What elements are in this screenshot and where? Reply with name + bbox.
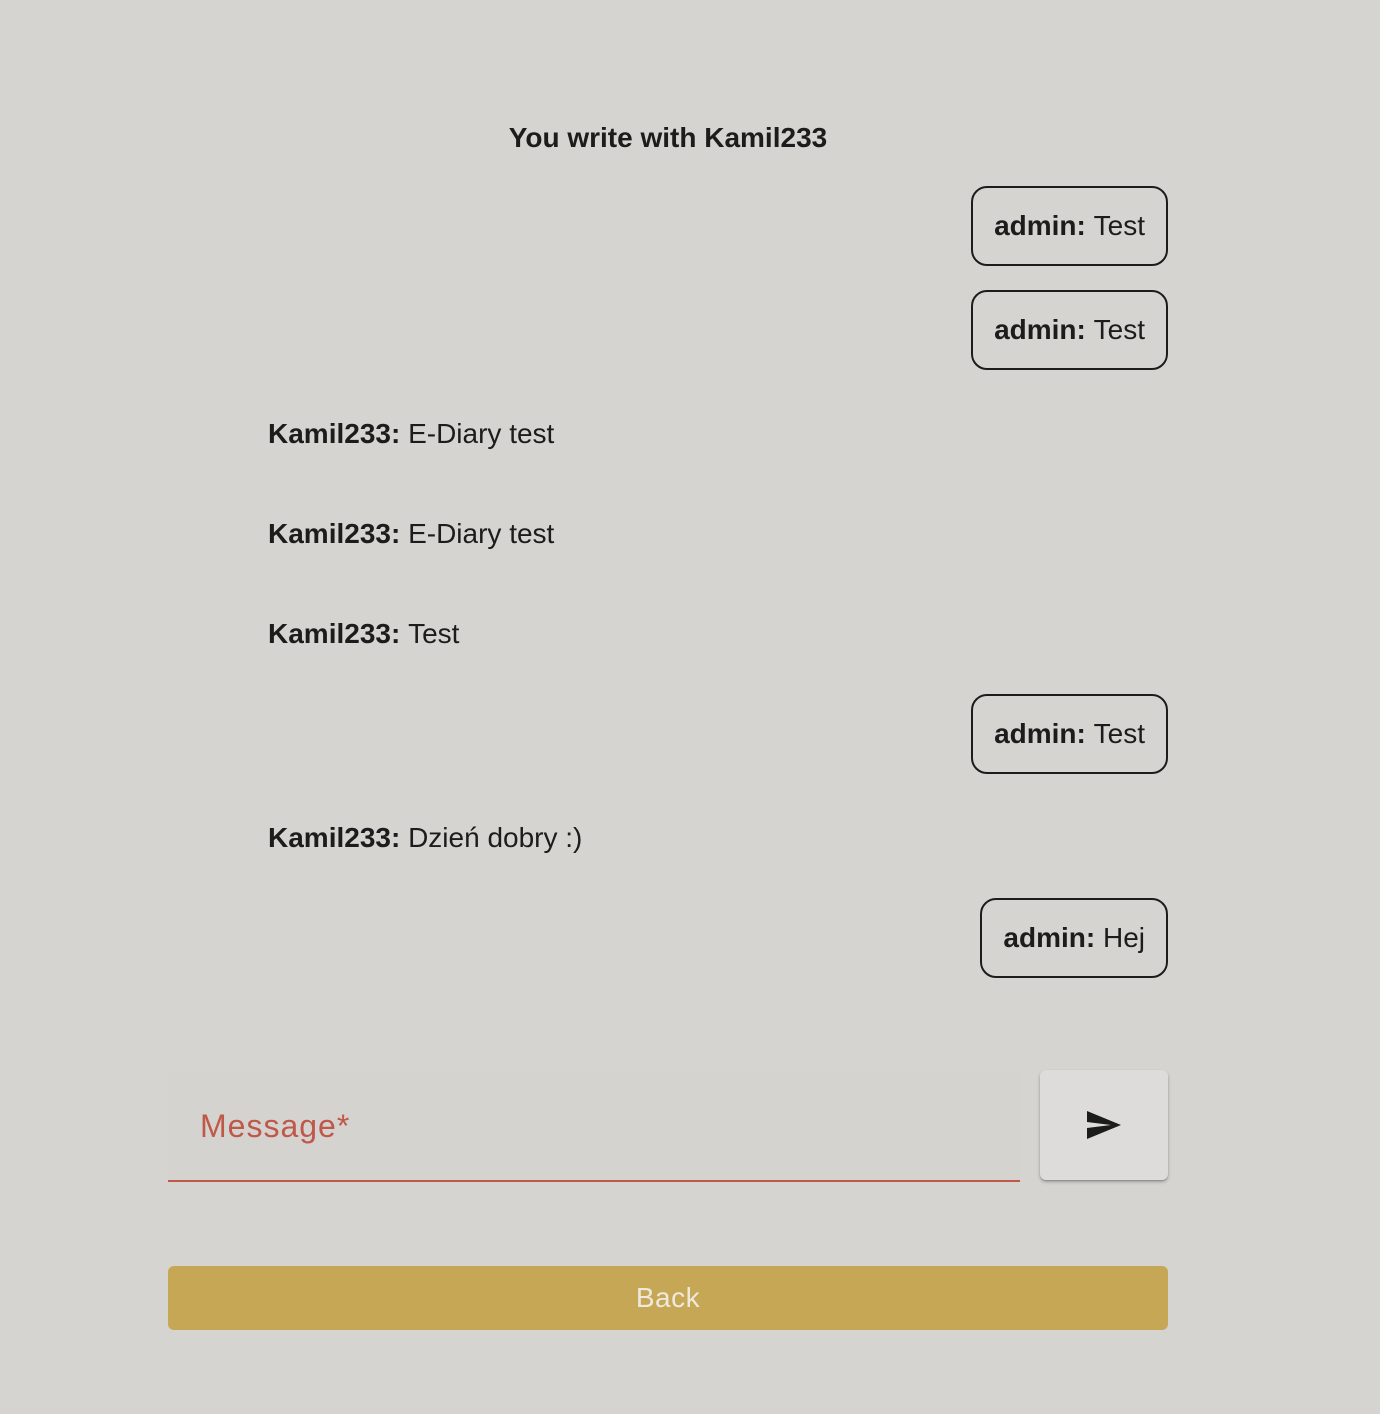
message-kamil233: Kamil233: Dzień dobry :) [268,820,582,856]
message-text: Test [1093,210,1145,241]
send-icon [1087,1111,1121,1139]
message-text: Test [1093,314,1145,345]
message-kamil233: Kamil233: E-Diary test [268,416,554,452]
message-author: admin: [994,718,1086,749]
message-admin: admin: Hej [980,898,1168,978]
message-text: Hej [1102,922,1145,953]
message-text: Test [1093,718,1145,749]
chat-title: You write with Kamil233 [508,122,828,153]
message-text: E-Diary test [408,418,555,449]
message-field [168,1072,1020,1182]
message-author: Kamil233: [268,822,401,853]
back-button[interactable]: Back [168,1266,1168,1330]
message-text: Test [408,618,460,649]
message-author: admin: [1003,922,1096,953]
message-author: admin: [994,210,1086,241]
message-kamil233: Kamil233: E-Diary test [268,516,554,552]
send-button[interactable] [1040,1070,1168,1180]
message-kamil233: Kamil233: Test [268,616,459,652]
message-text: Dzień dobry :) [408,822,583,853]
message-author: Kamil233: [268,518,401,549]
message-author: Kamil233: [268,418,401,449]
message-author: admin: [994,314,1086,345]
message-admin: admin: Test [971,290,1168,370]
message-input[interactable] [168,1072,1020,1180]
message-text: E-Diary test [408,518,555,549]
back-button-label: Back [635,1282,701,1313]
message-admin: admin: Test [971,694,1168,774]
message-author: Kamil233: [268,618,401,649]
message-admin: admin: Test [971,186,1168,266]
